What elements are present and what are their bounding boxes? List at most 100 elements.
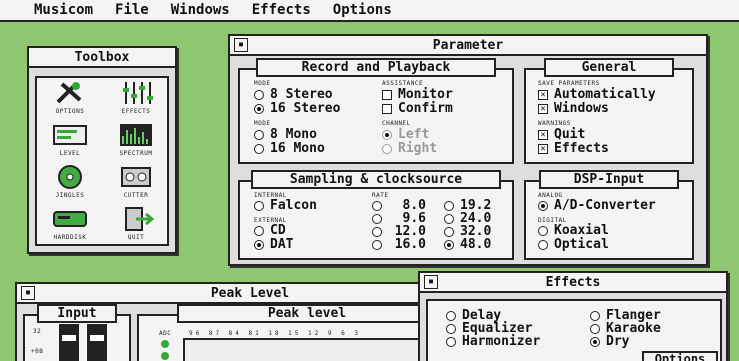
radio-dat[interactable]: DAT xyxy=(254,238,293,252)
radio-icon xyxy=(372,227,382,237)
spectrum-icon xyxy=(120,124,152,146)
checkbox-quit[interactable]: ✕ Quit xyxy=(538,128,585,142)
close-icon[interactable]: ▪ xyxy=(424,275,438,289)
radio-cd[interactable]: CD xyxy=(254,224,286,238)
menu-options[interactable]: Options xyxy=(333,2,392,18)
checkbox-checked-icon: ✕ xyxy=(538,90,548,100)
peak-level-title: Peak Level xyxy=(210,285,290,301)
radio-16-stereo[interactable]: 16 Stereo xyxy=(254,102,340,116)
radio-icon xyxy=(254,90,264,100)
radio-icon xyxy=(372,240,382,250)
radio-icon xyxy=(446,337,456,347)
option-label: A/D-Converter xyxy=(554,198,656,213)
slider-knob[interactable] xyxy=(90,335,104,341)
radio-dry[interactable]: Dry xyxy=(590,335,629,349)
general-title: General xyxy=(544,58,674,77)
tool-label: QUIT xyxy=(127,234,145,241)
checkbox-checked-icon: ✕ xyxy=(538,104,548,114)
disc-icon xyxy=(58,165,82,189)
radio-icon xyxy=(590,311,600,321)
radio-right[interactable]: Right xyxy=(382,142,437,156)
option-label: CD xyxy=(270,223,286,238)
toolbox-title[interactable]: Toolbox xyxy=(29,48,175,68)
option-label: Falcon xyxy=(270,198,317,213)
tool-label: CUTTER xyxy=(123,192,149,199)
option-label: Monitor xyxy=(398,87,453,102)
radio-16-mono[interactable]: 16 Mono xyxy=(254,142,325,156)
tool-cutter[interactable]: CUTTER xyxy=(105,164,167,206)
tool-label: SPECTRUM xyxy=(119,150,153,157)
option-label: Dry xyxy=(606,334,630,349)
radio-8-mono[interactable]: 8 Mono xyxy=(254,128,317,142)
radio-harmonizer[interactable]: Harmonizer xyxy=(446,335,540,349)
effects-window: ▪ Effects Delay Equalizer Harmonizer Fla… xyxy=(418,271,728,361)
menu-file[interactable]: File xyxy=(115,2,149,18)
tool-jingles[interactable]: JINGLES xyxy=(39,164,101,206)
tool-level[interactable]: LEVEL xyxy=(39,122,101,164)
radio-checked-icon xyxy=(538,201,548,211)
parameter-window: ▪ Parameter Record and Playback MODE 8 S… xyxy=(228,34,708,266)
peak-level-titlebar[interactable]: ▪ Peak Level xyxy=(17,284,483,304)
menu-windows[interactable]: Windows xyxy=(171,2,230,18)
tool-label: HARDDISK xyxy=(53,234,87,241)
tool-spectrum[interactable]: SPECTRUM xyxy=(105,122,167,164)
input-slider-left[interactable] xyxy=(59,324,79,361)
checkbox-icon xyxy=(382,90,392,100)
toolbox-panel: OPTIONS EFFECTS LEVEL SPECTRUM JINGLES C… xyxy=(35,76,169,246)
radio-8-stereo[interactable]: 8 Stereo xyxy=(254,88,333,102)
menu-musicom[interactable]: Musicom xyxy=(34,2,93,18)
radio-rate-16[interactable]: 16.0 xyxy=(372,238,426,252)
radio-icon xyxy=(254,226,264,236)
checkbox-effects[interactable]: ✕ Effects xyxy=(538,142,609,156)
checkbox-automatically[interactable]: ✕ Automatically xyxy=(538,88,656,102)
tool-options[interactable]: OPTIONS xyxy=(39,80,101,122)
tool-quit[interactable]: QUIT xyxy=(105,206,167,248)
tool-label: EFFECTS xyxy=(121,108,151,115)
sliders-icon xyxy=(123,82,153,104)
radio-icon xyxy=(254,130,264,140)
radio-icon xyxy=(444,201,454,211)
checkbox-confirm[interactable]: Confirm xyxy=(382,102,453,116)
level-meter-icon xyxy=(53,125,87,145)
effects-titlebar[interactable]: ▪ Effects xyxy=(420,273,726,293)
slider-knob[interactable] xyxy=(62,335,76,341)
effects-options-button[interactable]: Options xyxy=(642,351,718,361)
scale-value: 32 xyxy=(33,328,42,335)
peak-level-window: ▪ Peak Level Input 32 +0B Peak level ADC… xyxy=(15,282,485,361)
option-label: Windows xyxy=(554,101,609,116)
radio-rate-48[interactable]: 48.0 xyxy=(444,238,491,252)
radio-koaxial[interactable]: Koaxial xyxy=(538,224,609,238)
parameter-title: Parameter xyxy=(432,37,504,53)
menu-effects[interactable]: Effects xyxy=(252,2,311,18)
tool-harddisk[interactable]: HARDDISK xyxy=(39,206,101,248)
checkbox-monitor[interactable]: Monitor xyxy=(382,88,453,102)
parameter-titlebar[interactable]: ▪ Parameter xyxy=(230,36,706,56)
close-icon[interactable]: ▪ xyxy=(234,38,248,52)
input-slider-right[interactable] xyxy=(87,324,107,361)
tool-effects[interactable]: EFFECTS xyxy=(105,80,167,122)
radio-icon xyxy=(254,144,264,154)
dsp-input-group: DSP-Input ANALOG A/D-Converter DIGITAL K… xyxy=(524,170,694,260)
option-label: Effects xyxy=(554,141,609,156)
radio-optical[interactable]: Optical xyxy=(538,238,609,252)
peak-level-group-title: Peak level xyxy=(177,304,437,323)
radio-left[interactable]: Left xyxy=(382,128,429,142)
radio-icon xyxy=(254,201,264,211)
adc-label: ADC xyxy=(159,330,172,337)
radio-falcon[interactable]: Falcon xyxy=(254,199,317,213)
harddisk-icon xyxy=(53,211,87,227)
checkbox-windows[interactable]: ✕ Windows xyxy=(538,102,609,116)
close-icon[interactable]: ▪ xyxy=(21,286,35,300)
radio-icon xyxy=(444,214,454,224)
general-group: General SAVE PARAMETERS ✕ Automatically ✕… xyxy=(524,58,694,164)
option-label: Optical xyxy=(554,237,609,252)
save-parameters-label: SAVE PARAMETERS xyxy=(538,80,600,87)
scale-ticks: 96 87 84 81 18 15 12 9 6 3 xyxy=(189,330,361,337)
option-label: Confirm xyxy=(398,101,453,116)
radio-checked-icon xyxy=(382,130,392,140)
peak-meter xyxy=(183,338,453,361)
radio-icon xyxy=(446,311,456,321)
input-title: Input xyxy=(37,304,117,323)
radio-icon xyxy=(372,214,382,224)
radio-ad-converter[interactable]: A/D-Converter xyxy=(538,199,656,213)
